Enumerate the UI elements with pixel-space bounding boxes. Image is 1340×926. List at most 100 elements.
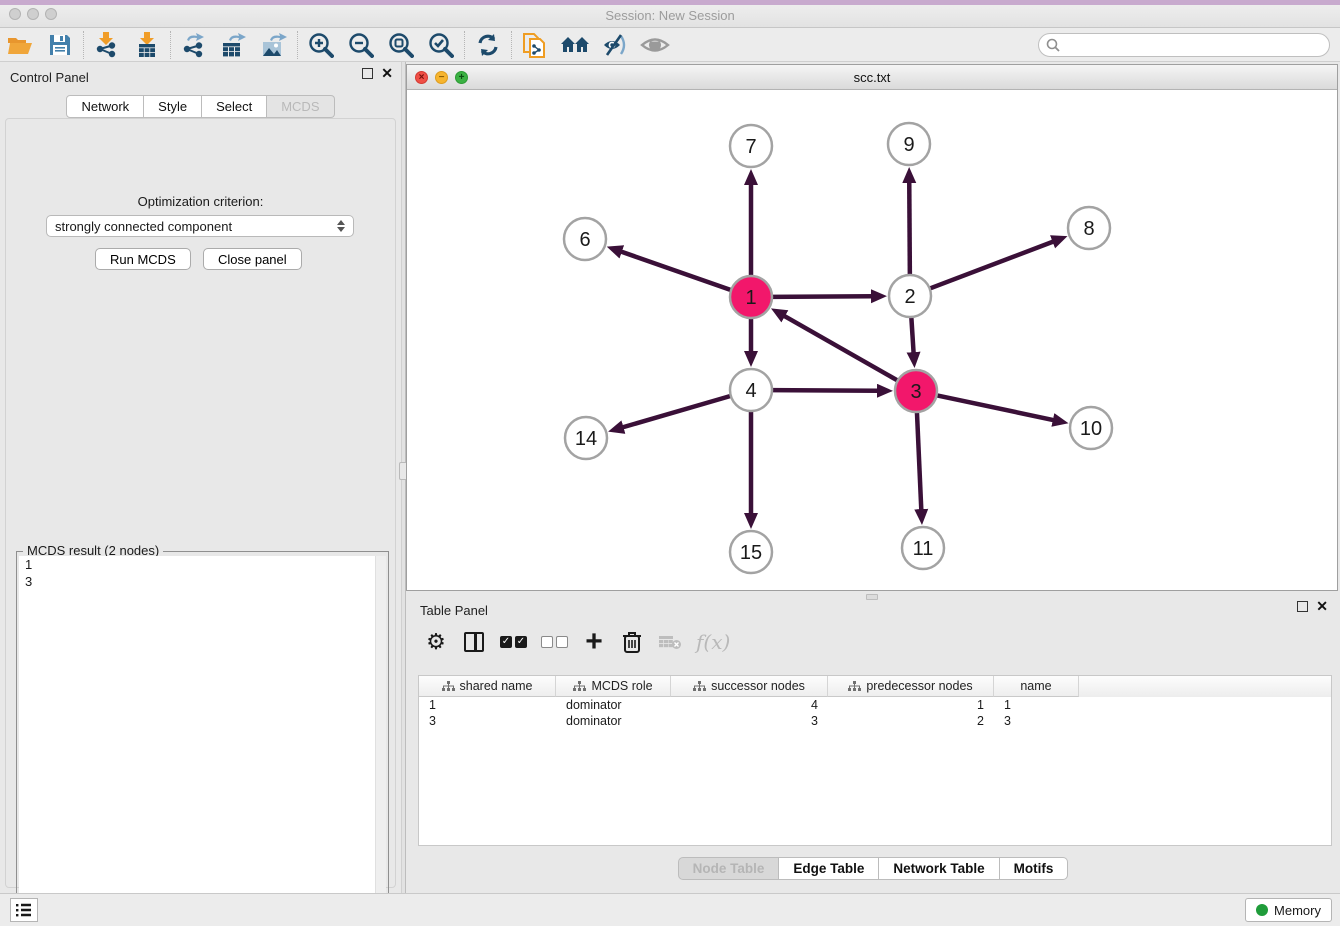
window-accent-strip [0,0,1340,5]
refresh-button[interactable] [468,30,508,60]
save-session-button[interactable] [40,30,80,60]
import-network-button[interactable] [87,30,127,60]
column-header-name[interactable]: name [994,676,1079,697]
eye-icon [640,34,670,56]
column-header-predecessor-nodes[interactable]: predecessor nodes [828,676,994,697]
new-network-from-selection-button[interactable] [515,30,555,60]
task-history-button[interactable] [10,898,38,922]
tab-network[interactable]: Network [66,95,144,118]
edge-4-14[interactable] [622,396,730,428]
table-settings-button[interactable]: ⚙ [424,629,448,655]
table-cell[interactable]: 3 [419,713,556,729]
checked-box-icon: ✓ [515,636,527,648]
search-input[interactable] [1038,33,1330,57]
network-graph-svg: 7968124314101511 [407,90,1337,590]
criterion-select[interactable]: strongly connected component [46,215,354,237]
function-icon: f(x) [696,630,730,654]
edge-3-11[interactable] [917,412,921,510]
run-mcds-button[interactable]: Run MCDS [95,248,191,270]
delete-table-icon [658,633,682,651]
list-icon [16,903,32,917]
node-label-11: 11 [913,538,934,560]
zoom-fit-button[interactable] [381,30,421,60]
hide-selected-button[interactable] [595,30,635,60]
result-scrollbar[interactable] [375,556,386,926]
table-cell[interactable]: 2 [828,713,994,729]
table-cell[interactable]: dominator [556,713,671,729]
open-session-button[interactable] [0,30,40,60]
node-label-4: 4 [745,380,756,402]
show-all-button[interactable] [635,30,675,60]
edge-2-3[interactable] [911,317,913,353]
table-cell[interactable]: dominator [556,697,671,713]
edge-4-3[interactable] [772,390,878,391]
table-cell[interactable]: 3 [994,713,1079,729]
tab-node-table[interactable]: Node Table [678,857,780,880]
network-window-titlebar[interactable]: × − + scc.txt [407,65,1337,90]
control-panel-tabs: NetworkStyleSelectMCDS [0,95,401,118]
edge-1-2[interactable] [772,296,872,297]
table-panel: Table Panel ✕ ⚙ ✓ ✓ + [406,595,1340,893]
close-panel-button[interactable]: Close panel [203,248,302,270]
close-table-panel-icon[interactable]: ✕ [1316,601,1328,612]
delete-column-button[interactable] [620,629,644,655]
tab-network-table[interactable]: Network Table [879,857,999,880]
network-canvas[interactable]: 7968124314101511 [407,90,1337,590]
edge-3-1[interactable] [784,316,898,381]
table-cell[interactable]: 3 [671,713,828,729]
attribute-icon [848,681,861,692]
zoom-selected-button[interactable] [421,30,461,60]
tab-mcds[interactable]: MCDS [267,95,334,118]
table-cell[interactable]: 1 [828,697,994,713]
edge-2-9[interactable] [909,182,910,275]
zoom-out-button[interactable] [341,30,381,60]
column-header-shared-name[interactable]: shared name [419,676,556,697]
zoom-selected-icon [428,32,454,58]
export-image-button[interactable] [254,30,294,60]
tab-select[interactable]: Select [202,95,267,118]
table-row[interactable]: 3dominator323 [419,713,1331,729]
float-panel-icon[interactable] [362,68,373,79]
edge-1-6[interactable] [621,252,731,291]
import-table-button[interactable] [127,30,167,60]
toolbar-separator [297,31,298,59]
export-table-button[interactable] [214,30,254,60]
table-cell[interactable]: 4 [671,697,828,713]
table-panel-tabs: Node TableEdge TableNetwork TableMotifs [406,857,1340,880]
float-table-panel-icon[interactable] [1297,601,1308,612]
add-column-button[interactable]: + [582,629,606,655]
tab-style[interactable]: Style [144,95,202,118]
optimization-criterion-label: Optimization criterion: [6,194,395,209]
close-panel-icon[interactable]: ✕ [381,68,393,79]
column-header-successor-nodes[interactable]: successor nodes [671,676,828,697]
mcds-result-list[interactable]: 13 [19,556,386,926]
zoom-in-icon [308,32,334,58]
table-row[interactable]: 1dominator411 [419,697,1331,713]
memory-button[interactable]: Memory [1245,898,1332,922]
select-all-button[interactable]: ✓ ✓ [500,629,527,655]
attribute-icon [442,681,455,692]
edge-3-10[interactable] [937,395,1054,420]
table-cell[interactable]: 1 [994,697,1079,713]
search-field-wrap [1038,33,1330,57]
titlebar: Session: New Session [0,0,1340,28]
eye-slash-icon [601,33,629,57]
show-column-panel-button[interactable] [462,629,486,655]
table-cell[interactable]: 1 [419,697,556,713]
deselect-all-button[interactable] [541,629,568,655]
horizontal-splitter-handle[interactable] [866,594,878,600]
export-network-button[interactable] [174,30,214,60]
first-neighbors-button[interactable] [555,30,595,60]
checked-box-icon: ✓ [500,636,512,648]
node-label-15: 15 [740,542,762,564]
edge-2-8[interactable] [930,241,1054,288]
gear-icon: ⚙ [426,631,446,653]
export-network-icon [181,32,207,58]
zoom-in-button[interactable] [301,30,341,60]
refresh-icon [476,33,500,57]
memory-label: Memory [1274,903,1321,918]
tab-motifs[interactable]: Motifs [1000,857,1069,880]
column-header-MCDS-role[interactable]: MCDS role [556,676,671,697]
tab-edge-table[interactable]: Edge Table [779,857,879,880]
application-window: Session: New Session [0,0,1340,926]
